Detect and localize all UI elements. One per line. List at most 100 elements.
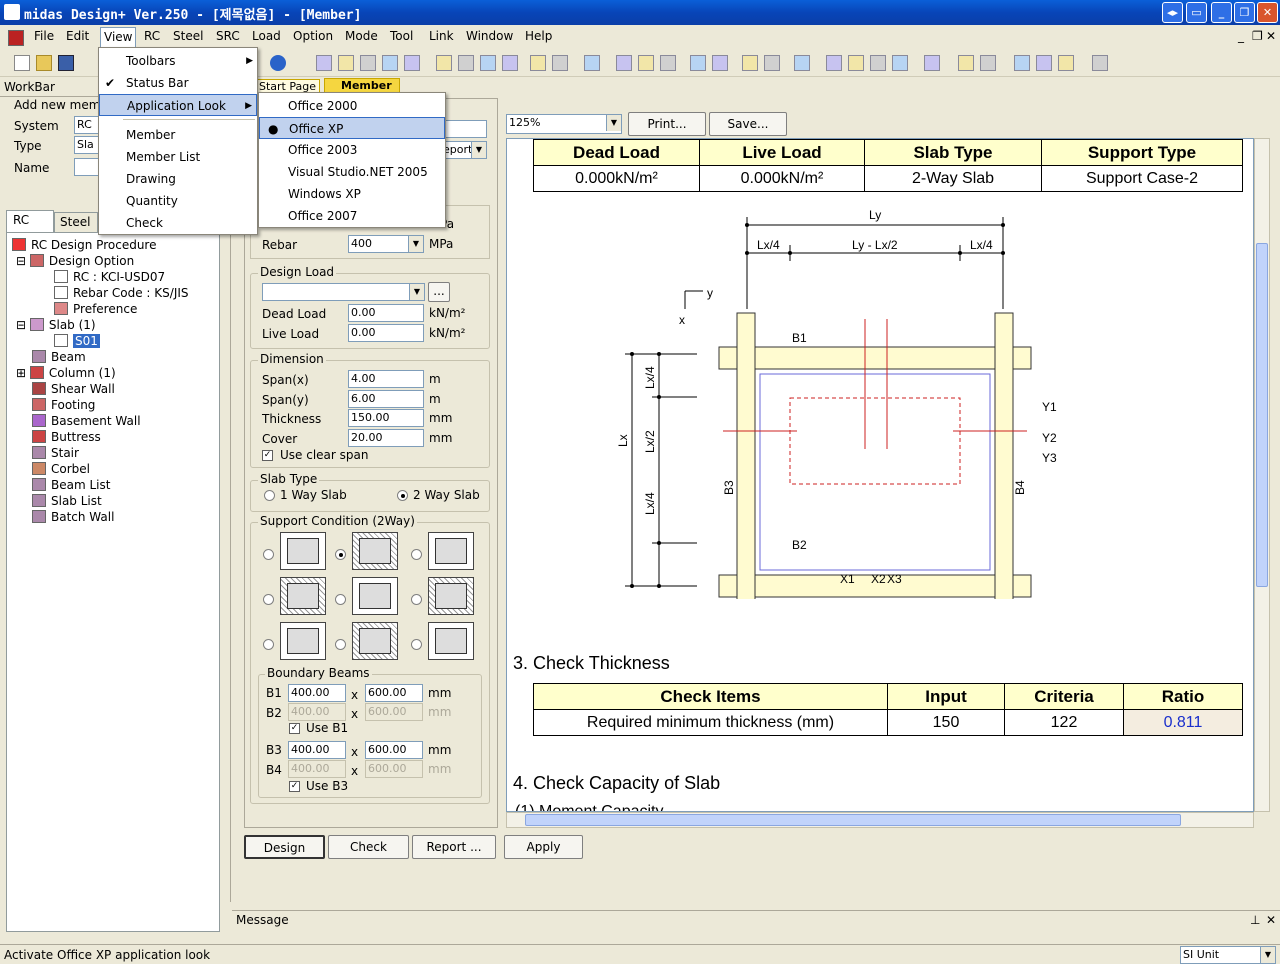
tree-rebar-code[interactable]: Rebar Code : KS/JIS — [54, 286, 189, 300]
toolbar-tool-icon[interactable] — [1092, 55, 1108, 71]
menu-edit[interactable]: Edit — [66, 29, 89, 43]
look-option-office-2003[interactable]: Office 2003 — [259, 139, 445, 161]
load-browse-button[interactable]: ... — [428, 282, 450, 302]
menu-steel[interactable]: Steel — [173, 29, 203, 43]
tree-slab[interactable]: ⊟ Slab (1) — [16, 318, 96, 332]
mdi-minimize-icon[interactable]: _ — [1238, 29, 1244, 43]
toolbar-tool-icon[interactable] — [958, 55, 974, 71]
dead-load-input[interactable]: 0.00 — [348, 304, 424, 322]
toolbar-tool-icon[interactable] — [826, 55, 842, 71]
clear-span-checkbox[interactable]: ✓ — [262, 450, 273, 461]
print-button[interactable]: Print... — [628, 112, 706, 136]
menu-help[interactable]: Help — [525, 29, 552, 43]
close-button[interactable]: ✕ — [1257, 2, 1278, 23]
menu-src[interactable]: SRC — [216, 29, 240, 43]
zoom-combo[interactable]: 125% ▼ — [506, 114, 622, 134]
b4-width-input[interactable]: 400.00 — [288, 760, 346, 778]
menu-window[interactable]: Window — [466, 29, 513, 43]
tree-item-footing[interactable]: Footing — [32, 398, 95, 412]
look-option-office-xp[interactable]: ● Office XP — [259, 117, 445, 139]
toolbar-tool-icon[interactable] — [316, 55, 332, 71]
look-option-windows-xp[interactable]: Windows XP — [259, 183, 445, 205]
b3-width-input[interactable]: 400.00 — [288, 741, 346, 759]
toolbar-tool-icon[interactable] — [480, 55, 496, 71]
cover-input[interactable]: 20.00 — [348, 429, 424, 447]
check-button[interactable]: Check — [328, 835, 409, 859]
report-hscroll[interactable] — [506, 812, 1254, 828]
toolbar-tool-icon[interactable] — [360, 55, 376, 71]
support-case-icon[interactable] — [352, 622, 398, 660]
help-icon[interactable] — [270, 55, 286, 71]
tree-item-shear-wall[interactable]: Shear Wall — [32, 382, 115, 396]
toolbar-tool-icon[interactable] — [552, 55, 568, 71]
two-way-radio[interactable] — [397, 490, 408, 501]
support-case-icon[interactable] — [428, 622, 474, 660]
view-menu-status-bar[interactable]: Status Bar ✔ — [99, 72, 257, 94]
toolbar-tool-icon[interactable] — [404, 55, 420, 71]
report-vscroll[interactable] — [1254, 138, 1270, 812]
menu-tool[interactable]: Tool — [390, 29, 413, 43]
report-combo[interactable]: eport ▼ — [440, 141, 487, 159]
toolbar-tool-icon[interactable] — [980, 55, 996, 71]
thickness-input[interactable]: 150.00 — [348, 409, 424, 427]
view-menu-application-look[interactable]: Application Look ▶ — [99, 94, 257, 116]
tree-item-stair[interactable]: Stair — [32, 446, 79, 460]
load-combo[interactable]: ▼ — [262, 283, 425, 301]
toolbar-tool-icon[interactable] — [660, 55, 676, 71]
use-b3-checkbox[interactable]: ✓ — [289, 781, 300, 792]
tree-item-batch-wall[interactable]: Batch Wall — [32, 510, 114, 524]
b2-depth-input[interactable]: 600.00 — [365, 703, 423, 721]
support-case-radio[interactable] — [335, 594, 346, 605]
b1-depth-input[interactable]: 600.00 — [365, 684, 423, 702]
support-case-radio[interactable] — [335, 639, 346, 650]
tree-item-slab-list[interactable]: Slab List — [32, 494, 102, 508]
view-menu-quantity[interactable]: Quantity — [99, 190, 257, 212]
maximize-button[interactable]: ❐ — [1234, 2, 1255, 23]
toolbar-tool-icon[interactable] — [924, 55, 940, 71]
use-b1-checkbox[interactable]: ✓ — [289, 723, 300, 734]
b3-depth-input[interactable]: 600.00 — [365, 741, 423, 759]
tree-rc-code[interactable]: RC : KCI-USD07 — [54, 270, 165, 284]
toolbar-tool-icon[interactable] — [382, 55, 398, 71]
report-button[interactable]: Report ... — [412, 835, 496, 859]
support-case-icon[interactable] — [280, 532, 326, 570]
toolbar-tool-icon[interactable] — [584, 55, 600, 71]
view-menu-member[interactable]: Member — [99, 124, 257, 146]
tree-preference[interactable]: Preference — [54, 302, 137, 316]
tree-item-beam-list[interactable]: Beam List — [32, 478, 110, 492]
tree-item-beam[interactable]: Beam — [32, 350, 86, 364]
toolbar-tool-icon[interactable] — [870, 55, 886, 71]
b1-width-input[interactable]: 400.00 — [288, 684, 346, 702]
support-case-radio[interactable] — [411, 639, 422, 650]
view-menu-member-list[interactable]: Member List — [99, 146, 257, 168]
support-case-radio[interactable] — [411, 549, 422, 560]
support-case-radio[interactable] — [263, 594, 274, 605]
chevron-down-icon[interactable]: ▼ — [408, 236, 423, 252]
support-case-radio[interactable] — [335, 549, 346, 560]
member-name-input[interactable] — [440, 120, 487, 138]
toolbar-tool-icon[interactable] — [1014, 55, 1030, 71]
chevron-down-icon[interactable]: ▼ — [471, 142, 486, 158]
toolbar-tool-icon[interactable] — [712, 55, 728, 71]
scroll-thumb[interactable] — [1256, 243, 1268, 587]
tree-item-corbel[interactable]: Corbel — [32, 462, 90, 476]
toolbar-tool-icon[interactable] — [892, 55, 908, 71]
toolbar-tool-icon[interactable] — [458, 55, 474, 71]
save-icon[interactable] — [58, 55, 74, 71]
mdi-close-icon[interactable]: ✕ — [1266, 29, 1276, 43]
spanx-input[interactable]: 4.00 — [348, 370, 424, 388]
toolbar-tool-icon[interactable] — [638, 55, 654, 71]
support-case-radio[interactable] — [263, 639, 274, 650]
view-menu-check[interactable]: Check — [99, 212, 257, 234]
menu-file[interactable]: File — [34, 29, 54, 43]
chevron-down-icon[interactable]: ▼ — [409, 284, 424, 300]
menu-link[interactable]: Link — [429, 29, 454, 43]
unit-combo[interactable]: SI Unit ▼ — [1180, 946, 1276, 964]
toolbar-tool-icon[interactable] — [338, 55, 354, 71]
support-case-icon[interactable] — [428, 577, 474, 615]
chevron-down-icon[interactable]: ▼ — [1260, 947, 1275, 963]
new-icon[interactable] — [14, 55, 30, 71]
tree-item-buttress[interactable]: Buttress — [32, 430, 101, 444]
menu-mode[interactable]: Mode — [345, 29, 378, 43]
rebar-combo[interactable]: 400 ▼ — [348, 235, 424, 253]
